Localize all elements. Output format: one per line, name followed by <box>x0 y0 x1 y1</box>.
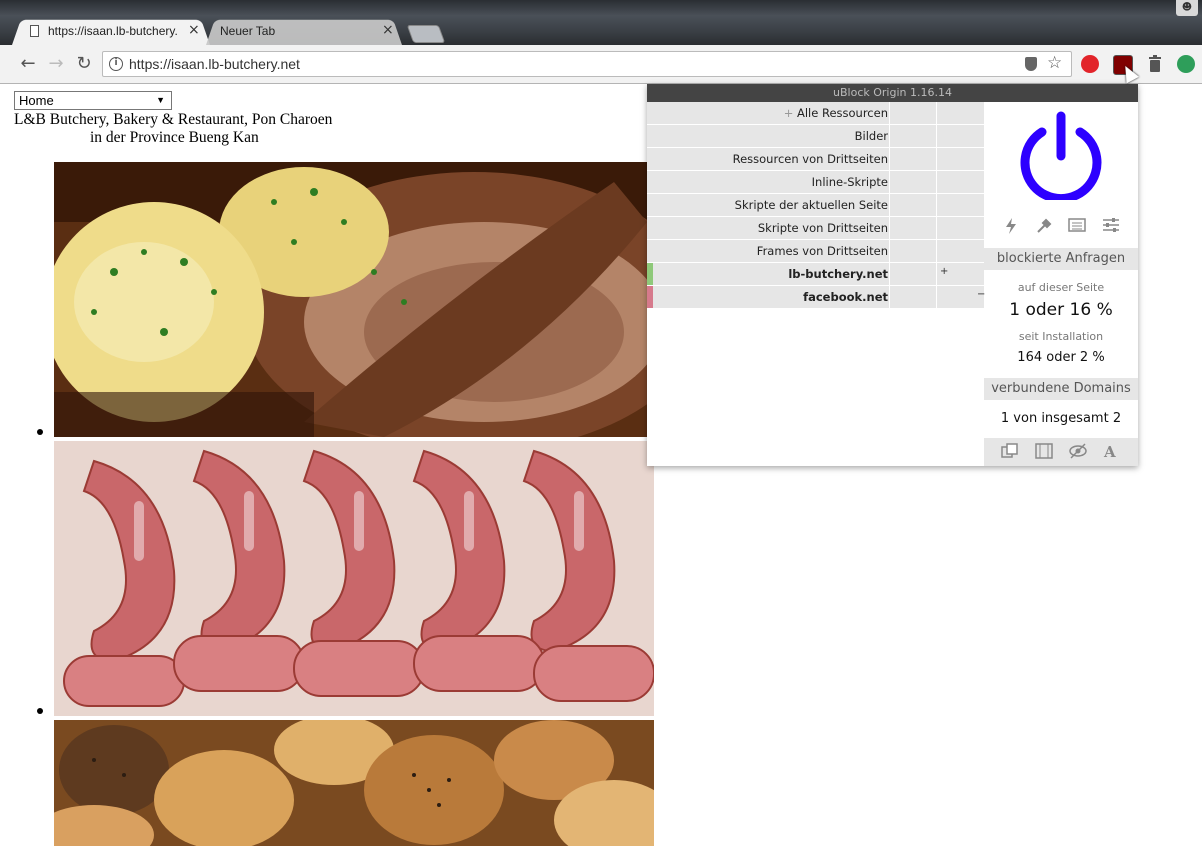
ublock-side-panel: blockierte Anfragen auf dieser Seite 1 o… <box>984 102 1138 466</box>
back-button[interactable]: ← <box>17 53 39 75</box>
bread-rolls-image <box>54 720 654 846</box>
blocked-indicator <box>647 286 653 308</box>
row-label: Bilder <box>854 129 888 143</box>
url-text[interactable]: https://isaan.lb-butchery.net <box>129 56 300 72</box>
global-rule-cell[interactable] <box>889 102 936 124</box>
global-rule-cell[interactable] <box>889 217 936 239</box>
firewall-row[interactable]: Frames von Drittseiten <box>647 240 984 262</box>
this-page-label: auf dieser Seite <box>1017 281 1105 294</box>
since-install-value: 164 oder 2 % <box>1017 350 1105 365</box>
title-line-2: in der Province Bueng Kan <box>90 129 259 146</box>
sausages-image <box>54 441 654 716</box>
ublock-bottom-toolbar: A <box>984 438 1138 466</box>
tab-active[interactable]: https://isaan.lb-butchery. × <box>12 17 210 45</box>
power-icon[interactable] <box>1016 110 1106 204</box>
blocked-requests-heading: blockierte Anfragen <box>984 248 1138 270</box>
address-bar[interactable]: i https://isaan.lb-butchery.net ☆ <box>102 51 1072 77</box>
reload-button[interactable]: ↻ <box>73 53 95 75</box>
tab-strip: https://isaan.lb-butchery. × Neuer Tab ×… <box>0 0 1202 45</box>
this-page-value: 1 oder 16 % <box>1009 300 1113 320</box>
close-icon[interactable]: × <box>188 22 200 38</box>
firewall-row[interactable]: Skripte der aktuellen Seite <box>647 194 984 216</box>
local-rule-cell[interactable]: + <box>936 263 985 285</box>
connected-domains-value: 1 von insgesamt 2 <box>1000 411 1122 426</box>
font-block-icon[interactable]: A <box>1104 443 1116 461</box>
local-rule-cell[interactable] <box>936 217 985 239</box>
ublock-popup: uBlock Origin 1.16.14 + Alle Ressourcen … <box>647 84 1138 466</box>
row-label: facebook.net <box>803 290 888 304</box>
global-rule-cell[interactable] <box>889 194 936 216</box>
row-label: Skripte der aktuellen Seite <box>734 198 888 212</box>
list-bullet <box>37 708 43 714</box>
tab-title: Neuer Tab <box>220 24 276 38</box>
local-rule-cell[interactable] <box>936 102 985 124</box>
local-rule-cell[interactable] <box>936 171 985 193</box>
local-rule-cell[interactable] <box>936 194 985 216</box>
popup-block-icon[interactable] <box>1001 443 1019 463</box>
row-label: Frames von Drittseiten <box>756 244 888 258</box>
firewall-row[interactable]: Inline-Skripte <box>647 171 984 193</box>
local-rule-cell[interactable]: − <box>936 286 985 308</box>
global-rule-cell[interactable] <box>889 240 936 262</box>
navigation-select[interactable]: Home ▼ <box>14 91 172 110</box>
firewall-row[interactable]: Skripte von Drittseiten <box>647 217 984 239</box>
media-block-icon[interactable] <box>1035 443 1053 463</box>
tab-new[interactable]: Neuer Tab × <box>206 17 402 45</box>
row-prefix: + <box>783 106 794 120</box>
extension-icon[interactable] <box>1081 55 1099 73</box>
bookmark-star-icon[interactable]: ☆ <box>1047 53 1062 73</box>
select-value: Home <box>19 93 54 108</box>
firewall-domain-row[interactable]: lb-butchery.net + <box>647 263 984 285</box>
rule-mark: + <box>940 266 949 277</box>
shield-icon[interactable] <box>1025 57 1037 71</box>
firewall-pane: + Alle Ressourcen Bilder Ressourcen von … <box>647 102 985 309</box>
new-tab-button[interactable] <box>406 25 446 43</box>
extension-icon[interactable] <box>1177 55 1195 73</box>
global-rule-cell[interactable] <box>889 148 936 170</box>
global-rule-cell[interactable] <box>889 125 936 147</box>
row-label: Ressourcen von Drittseiten <box>732 152 888 166</box>
firewall-row[interactable]: Bilder <box>647 125 984 147</box>
info-icon[interactable]: i <box>109 57 123 71</box>
since-install-label: seit Installation <box>1018 330 1104 343</box>
trash-icon[interactable] <box>1146 55 1164 73</box>
page-icon <box>30 25 39 37</box>
ublock-header: uBlock Origin 1.16.14 <box>647 84 1138 102</box>
eyedropper-icon[interactable] <box>1036 218 1052 238</box>
close-icon[interactable]: × <box>382 22 394 38</box>
global-rule-cell[interactable] <box>889 263 936 285</box>
row-label: lb-butchery.net <box>788 267 888 281</box>
row-label: Alle Ressourcen <box>796 106 888 120</box>
firewall-row[interactable]: Ressourcen von Drittseiten <box>647 148 984 170</box>
global-rule-cell[interactable] <box>889 171 936 193</box>
row-label: Skripte von Drittseiten <box>757 221 888 235</box>
local-rule-cell[interactable] <box>936 240 985 262</box>
connected-domains-heading: verbundene Domains <box>984 378 1138 400</box>
lightning-icon[interactable] <box>1004 218 1018 238</box>
local-rule-cell[interactable] <box>936 125 985 147</box>
allowed-indicator <box>647 263 653 285</box>
local-rule-cell[interactable] <box>936 148 985 170</box>
firewall-domain-row[interactable]: facebook.net − <box>647 286 985 308</box>
site-title: L&B Butchery, Bakery & Restaurant, Pon C… <box>14 111 332 147</box>
title-line-1: L&B Butchery, Bakery & Restaurant, Pon C… <box>14 111 333 128</box>
list-bullet <box>37 429 43 435</box>
browser-toolbar: ← → ↻ i https://isaan.lb-butchery.net ☆ <box>0 45 1202 84</box>
cosmetic-filter-icon[interactable] <box>1069 443 1087 463</box>
profile-icon[interactable]: ☻ <box>1176 0 1198 16</box>
forward-button[interactable]: → <box>45 53 67 75</box>
logger-icon[interactable] <box>1068 218 1086 236</box>
tab-title: https://isaan.lb-butchery. <box>48 24 178 38</box>
roast-pork-image <box>54 162 647 437</box>
chevron-down-icon: ▼ <box>156 95 165 105</box>
firewall-row[interactable]: + Alle Ressourcen <box>647 102 984 124</box>
global-rule-cell[interactable] <box>889 286 936 308</box>
row-label: Inline-Skripte <box>811 175 888 189</box>
settings-sliders-icon[interactable] <box>1103 218 1119 236</box>
